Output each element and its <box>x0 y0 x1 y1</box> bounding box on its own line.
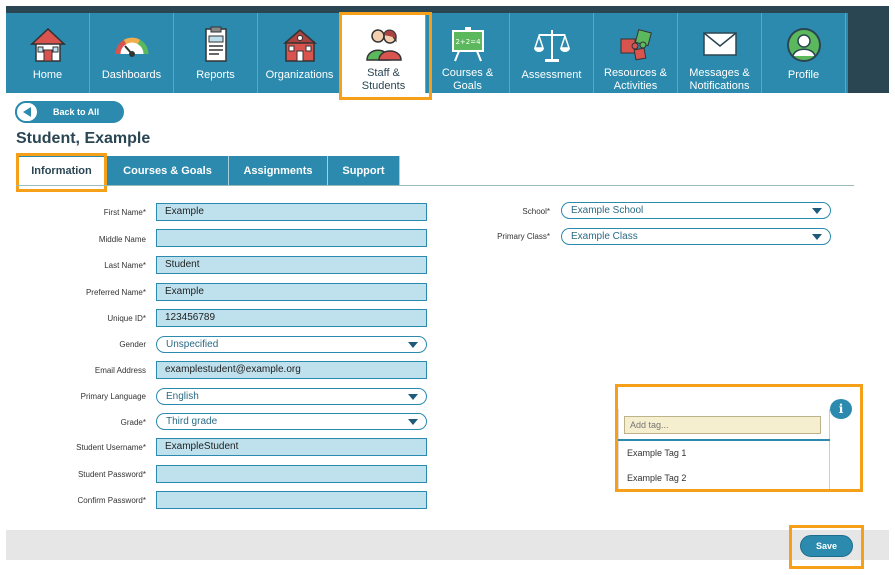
nav-label: Dashboards <box>101 69 162 81</box>
primary-class-select[interactable]: Example Class <box>561 228 831 245</box>
nav-profile[interactable]: Profile <box>762 13 846 93</box>
nav-label: Home <box>32 69 63 81</box>
chevron-down-icon <box>408 342 418 348</box>
student-username-input[interactable]: ExampleStudent <box>156 438 427 456</box>
nav-label: Reports <box>196 69 235 81</box>
email-input[interactable]: examplestudent@example.org <box>156 361 427 379</box>
preferred-name-label: Preferred Name* <box>85 288 146 297</box>
chevron-down-icon <box>812 234 822 240</box>
school-label: School* <box>522 207 550 216</box>
primary-class-value: Example Class <box>571 231 638 242</box>
school-icon <box>280 25 320 65</box>
grade-value: Third grade <box>166 416 218 427</box>
nav-messages-notifications[interactable]: Messages & Notifications <box>678 13 762 93</box>
tag-highlight <box>615 384 863 492</box>
footer-bar <box>6 530 889 560</box>
gender-value: Unspecified <box>166 339 219 350</box>
main-nav: Home Dashboards Reports Organizations St… <box>6 12 848 100</box>
primary-class-label: Primary Class* <box>497 232 550 241</box>
gender-select[interactable]: Unspecified <box>156 336 427 353</box>
grade-select[interactable]: Third grade <box>156 413 427 430</box>
back-arrow-icon <box>15 101 39 123</box>
confirm-password-label: Confirm Password* <box>77 496 146 505</box>
middle-name-input[interactable] <box>156 229 427 247</box>
nav-home[interactable]: Home <box>6 13 90 93</box>
nav-dashboards[interactable]: Dashboards <box>90 13 174 93</box>
tab-courses-goals[interactable]: Courses & Goals <box>107 156 229 185</box>
student-username-label: Student Username* <box>76 443 146 452</box>
nav-reports[interactable]: Reports <box>174 13 258 93</box>
puzzle-icon <box>616 25 656 63</box>
tab-highlight <box>16 153 107 192</box>
school-value: Example School <box>571 205 644 216</box>
envelope-icon <box>700 25 740 63</box>
save-highlight <box>789 525 864 569</box>
nav-assessment[interactable]: Assessment <box>510 13 594 93</box>
tab-assignments[interactable]: Assignments <box>229 156 328 185</box>
grade-label: Grade* <box>120 418 146 427</box>
gauge-icon <box>112 25 152 65</box>
school-select[interactable]: Example School <box>561 202 831 219</box>
primary-language-value: English <box>166 391 199 402</box>
gender-label: Gender <box>119 340 146 349</box>
nav-label: Staff & Students <box>361 67 406 92</box>
tab-support[interactable]: Support <box>328 156 400 185</box>
email-label: Email Address <box>94 366 146 375</box>
back-button-label: Back to All <box>53 107 100 117</box>
student-password-input[interactable] <box>156 465 427 483</box>
chevron-down-icon <box>408 419 418 425</box>
nav-resources-activities[interactable]: Resources & Activities <box>594 13 678 93</box>
primary-language-label: Primary Language <box>80 392 146 401</box>
back-to-all-button[interactable]: Back to All <box>15 101 124 123</box>
info-icon[interactable]: i <box>830 399 852 419</box>
nav-label: Messages & Notifications <box>689 67 750 92</box>
nav-staff-students[interactable]: Staff & Students <box>339 12 432 100</box>
report-icon <box>196 25 236 65</box>
last-name-input[interactable]: Student <box>156 256 427 274</box>
unique-id-input[interactable]: 123456789 <box>156 309 427 327</box>
home-icon <box>28 25 68 65</box>
primary-language-select[interactable]: English <box>156 388 427 405</box>
nav-organizations[interactable]: Organizations <box>258 13 342 93</box>
chevron-down-icon <box>812 208 822 214</box>
student-password-label: Student Password* <box>77 470 146 479</box>
nav-label: Resources & Activities <box>604 67 667 92</box>
unique-id-label: Unique ID* <box>107 314 146 323</box>
preferred-name-input[interactable]: Example <box>156 283 427 301</box>
svg-text:2+2=4: 2+2=4 <box>455 38 481 46</box>
nav-courses-goals[interactable]: 2+2=4 Courses & Goals <box>426 13 510 93</box>
confirm-password-input[interactable] <box>156 491 427 509</box>
scales-icon <box>532 25 572 65</box>
people-icon <box>364 25 404 63</box>
first-name-label: First Name* <box>103 208 146 217</box>
page: Home Dashboards Reports Organizations St… <box>0 0 895 575</box>
nav-label: Organizations <box>265 69 334 81</box>
avatar-icon <box>784 25 824 65</box>
nav-label: Courses & Goals <box>441 67 494 92</box>
middle-name-label: Middle Name <box>98 235 146 244</box>
nav-label: Profile <box>787 69 820 81</box>
page-title: Student, Example <box>16 130 151 147</box>
nav-right-fill <box>848 13 889 93</box>
nav-label: Assessment <box>521 69 582 81</box>
first-name-input[interactable]: Example <box>156 203 427 221</box>
chalkboard-icon: 2+2=4 <box>448 25 488 63</box>
tab-underline <box>16 185 854 186</box>
chevron-down-icon <box>408 394 418 400</box>
last-name-label: Last Name* <box>104 261 146 270</box>
